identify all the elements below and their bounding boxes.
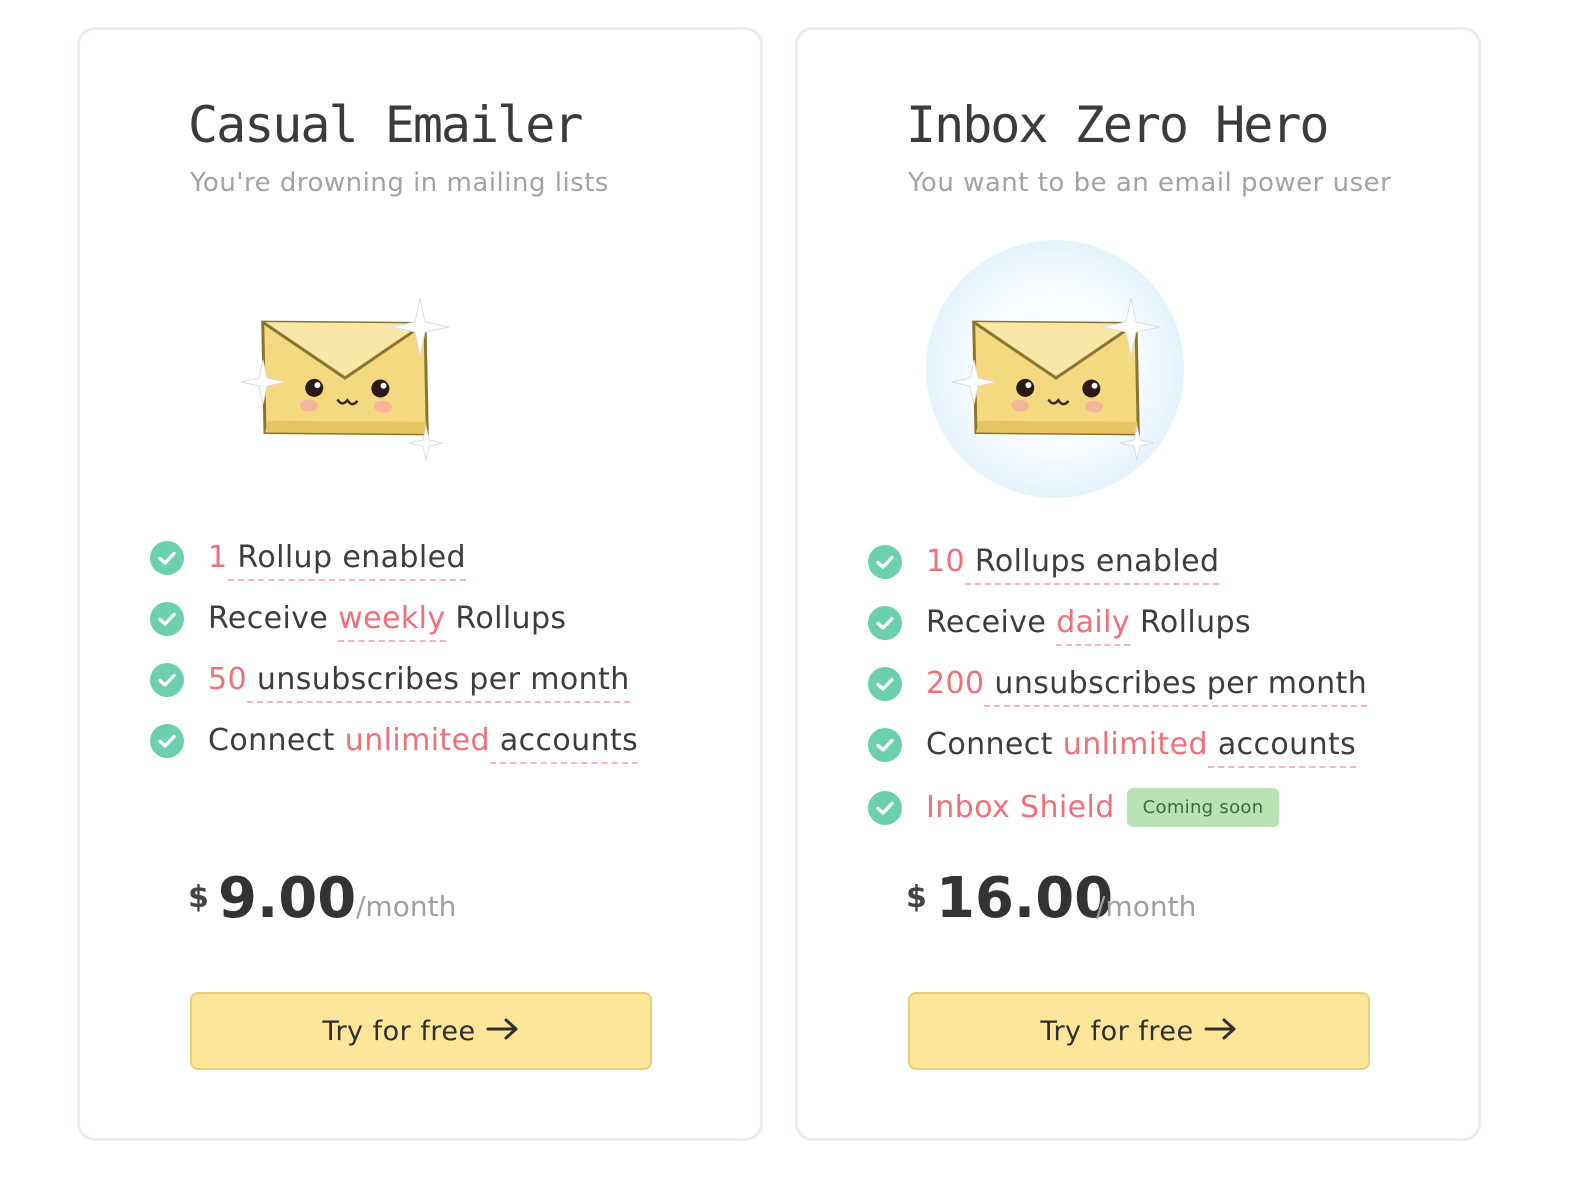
check-circle-icon (868, 605, 902, 640)
price-currency: $ (188, 880, 209, 915)
feature-text: Inbox Shield (926, 790, 1115, 825)
feature-text: Receive daily Rollups (926, 605, 1251, 646)
check-circle-icon (868, 790, 902, 825)
feature-text: Receive weekly Rollups (208, 601, 566, 642)
feature-item: Connect unlimited accounts (868, 727, 1357, 768)
button-label: Try for free (322, 1015, 476, 1047)
arrow-right-icon (1204, 1016, 1238, 1047)
button-label: Try for free (1040, 1015, 1194, 1047)
envelope-mascot-icon (926, 240, 1186, 500)
check-circle-icon (868, 666, 902, 701)
feature-item: Receive daily Rollups (868, 605, 1251, 646)
check-circle-icon (150, 662, 184, 697)
feature-text: 200 unsubscribes per month (926, 666, 1368, 707)
check-circle-icon (868, 727, 902, 762)
feature-text: 10 Rollups enabled (926, 544, 1220, 585)
feature-item: Receive weekly Rollups (150, 601, 566, 642)
feature-text: 50 unsubscribes per month (208, 662, 630, 703)
plan-title: Casual Emailer (188, 96, 583, 154)
feature-item: 50 unsubscribes per month (150, 662, 630, 703)
feature-item: 1 Rollup enabled (150, 540, 466, 581)
plan-subtitle: You want to be an email power user (908, 168, 1392, 198)
feature-text: Connect unlimited accounts (208, 723, 639, 764)
feature-item: 10 Rollups enabled (868, 544, 1220, 585)
plan-card-casual-emailer: Casual Emailer You're drowning in mailin… (77, 27, 763, 1141)
plan-card-inbox-zero-hero: Inbox Zero Hero You want to be an email … (795, 27, 1481, 1141)
plan-subtitle: You're drowning in mailing lists (190, 168, 609, 198)
coming-soon-badge: Coming soon (1126, 788, 1280, 827)
arrow-right-icon (486, 1016, 520, 1047)
pricing-section: Casual Emailer You're drowning in mailin… (0, 0, 1594, 1188)
try-for-free-button[interactable]: Try for free (908, 992, 1370, 1070)
check-circle-icon (150, 723, 184, 758)
feature-text: 1 Rollup enabled (208, 540, 466, 581)
feature-item: Connect unlimited accounts (150, 723, 639, 764)
check-circle-icon (150, 601, 184, 636)
feature-item: 200 unsubscribes per month (868, 666, 1368, 707)
price-currency: $ (906, 880, 927, 915)
feature-text: Connect unlimited accounts (926, 727, 1357, 768)
price-amount: 16.00 (936, 866, 1114, 931)
check-circle-icon (868, 544, 902, 579)
price-amount: 9.00 (218, 866, 357, 931)
plan-title: Inbox Zero Hero (906, 96, 1330, 154)
check-circle-icon (150, 540, 184, 575)
feature-item: Inbox Shield Coming soon (868, 788, 1280, 827)
price-period: /month (1096, 890, 1197, 923)
try-for-free-button[interactable]: Try for free (190, 992, 652, 1070)
price-period: /month (356, 890, 457, 923)
envelope-mascot-icon (225, 288, 465, 468)
